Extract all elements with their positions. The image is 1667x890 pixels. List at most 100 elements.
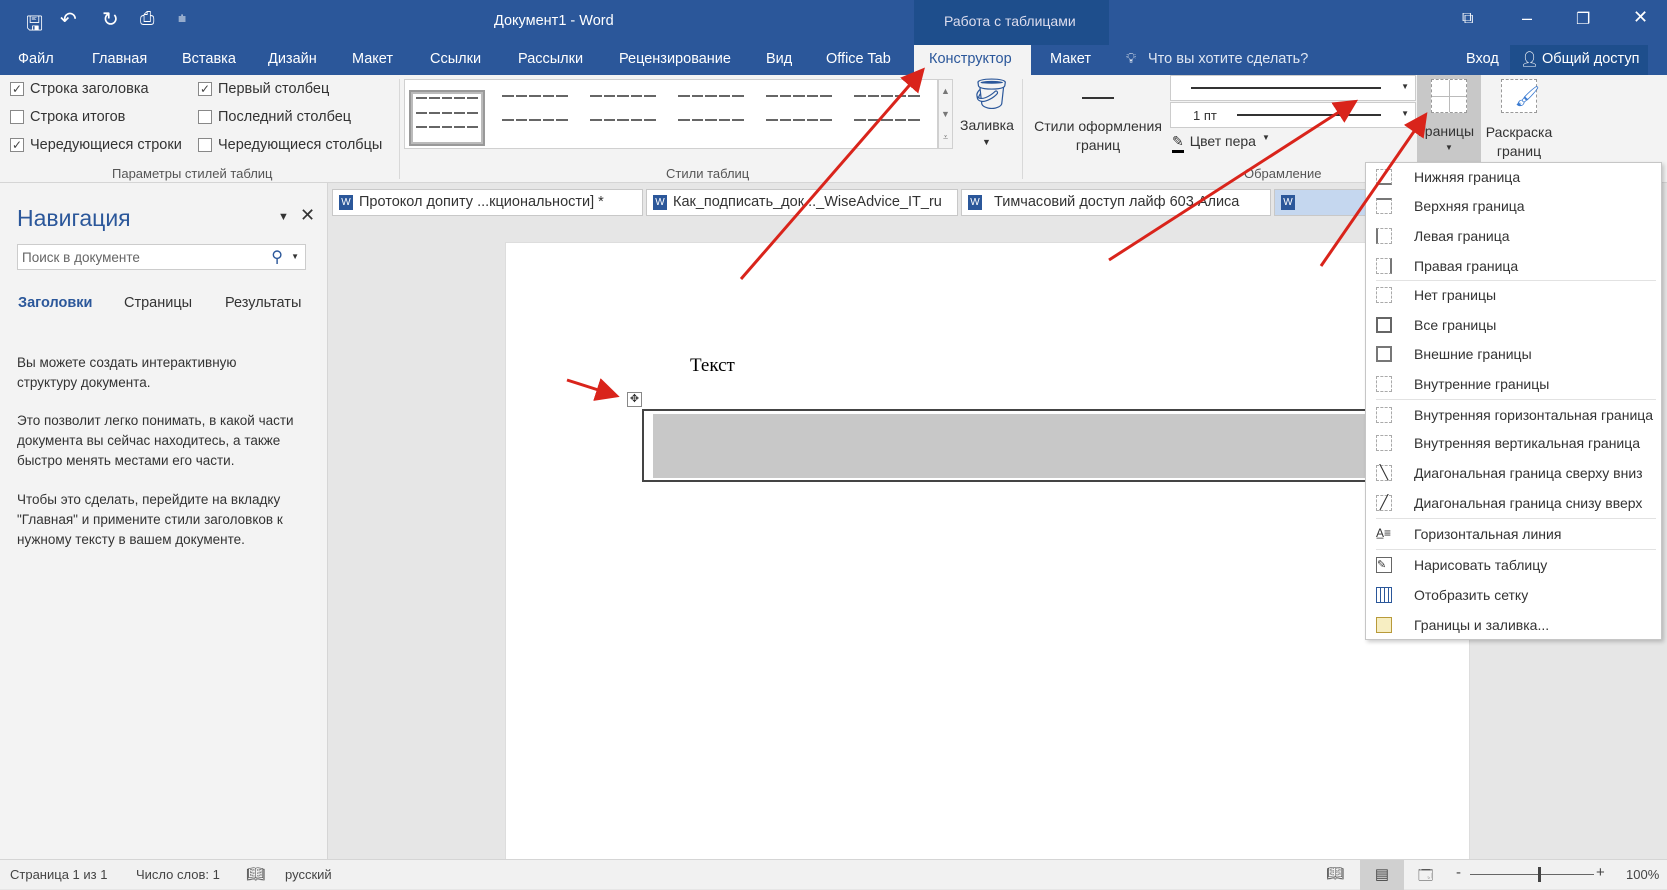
document-table[interactable]: [642, 409, 1372, 482]
zoom-in-button[interactable]: +: [1596, 864, 1605, 881]
table-style-plain-3[interactable]: [675, 92, 747, 144]
menu-item-inside-vertical[interactable]: Внутренняя вертикальная граница: [1366, 429, 1661, 457]
pen-icon: ✎: [1172, 133, 1184, 153]
nav-options-icon[interactable]: ▼: [278, 211, 289, 223]
selected-table-cell[interactable]: [653, 414, 1370, 478]
menu-item-top-border[interactable]: Верхняя граница: [1366, 192, 1661, 220]
tab-insert[interactable]: Вставка: [182, 49, 236, 69]
doc-tab[interactable]: Протокол допиту ...кционaльности] *: [332, 189, 643, 216]
doc-tab[interactable]: Тимчасовий доступ лайф 603 Алиса: [961, 189, 1271, 216]
menu-item-inside-borders[interactable]: Внутренние границы: [1366, 370, 1661, 398]
doc-tab-active[interactable]: [1274, 189, 1366, 216]
minimize-button[interactable]: –: [1522, 8, 1532, 29]
gallery-scroll[interactable]: ▲ ▼ ⩡: [938, 79, 953, 149]
nav-close-icon[interactable]: ✕: [300, 205, 315, 226]
borders-button[interactable]: Границы ▼: [1417, 75, 1481, 163]
person-add-icon: 👤︎: [1520, 51, 1540, 68]
border-styles-button[interactable]: Стили оформления границ: [1030, 117, 1166, 155]
menu-item-left-border[interactable]: Левая граница: [1366, 222, 1661, 250]
tab-mailings[interactable]: Рассылки: [518, 49, 583, 69]
tab-layout[interactable]: Макет: [352, 49, 393, 69]
line-style-dropdown[interactable]: ▼: [1170, 75, 1416, 101]
borders-dropdown-menu: Нижняя граница Верхняя граница Левая гра…: [1365, 162, 1662, 640]
tab-references[interactable]: Ссылки: [430, 49, 481, 69]
table-style-plain-4[interactable]: [763, 92, 835, 144]
zoom-slider[interactable]: [1470, 867, 1594, 882]
ribbon-display-icon[interactable]: ⧉: [1462, 10, 1473, 28]
tab-table-layout[interactable]: Макет: [1050, 49, 1091, 69]
shading-button[interactable]: Заливка: [960, 117, 1014, 133]
menu-item-diagonal-down[interactable]: ╲ Диагональная граница сверху вниз: [1366, 459, 1661, 487]
redo-icon[interactable]: ↻: [102, 7, 119, 32]
diagonal-up-icon: ╱: [1376, 495, 1392, 511]
menu-item-right-border[interactable]: Правая граница: [1366, 252, 1661, 280]
tab-constructor[interactable]: Конструктор: [914, 45, 1031, 75]
table-styles-group-label: Стили таблиц: [666, 166, 750, 181]
banded-rows-checkbox[interactable]: ✓ Чередующиеся строки: [10, 137, 182, 153]
table-move-handle-icon[interactable]: ✥: [627, 392, 642, 407]
tab-home[interactable]: Главная: [92, 49, 147, 69]
navigation-pane: Навигация ▼ ✕ Поиск в документе ⚲ ▼ Заго…: [0, 183, 328, 859]
chevron-down-icon[interactable]: ▼: [291, 252, 299, 261]
menu-item-horizontal-line[interactable]: A̲≡ Горизонтальная линия: [1366, 520, 1661, 548]
table-style-plain-1[interactable]: [499, 92, 571, 144]
save-icon[interactable]: 🖫: [26, 9, 43, 43]
border-painter-button[interactable]: 🖌︎ Раскраска границ: [1481, 75, 1557, 163]
menu-item-outside-borders[interactable]: Внешние границы: [1366, 340, 1661, 368]
zoom-slider-thumb[interactable]: [1538, 867, 1542, 882]
tab-review[interactable]: Рецензирование: [619, 49, 731, 69]
search-icon[interactable]: ⚲: [271, 247, 283, 267]
sign-in-link[interactable]: Вход: [1466, 49, 1499, 69]
zoom-out-button[interactable]: -: [1456, 864, 1461, 881]
zoom-level[interactable]: 100%: [1626, 867, 1659, 882]
restore-button[interactable]: ❐: [1576, 9, 1590, 29]
print-preview-icon[interactable]: ⎙: [140, 8, 154, 29]
tab-office-tab[interactable]: Office Tab: [826, 49, 891, 69]
undo-icon[interactable]: ↶: [60, 7, 77, 32]
nav-tab-pages[interactable]: Страницы: [124, 295, 192, 311]
share-button[interactable]: 👤︎ Общий доступ: [1510, 45, 1648, 75]
menu-item-view-gridlines[interactable]: Отобразить сетку: [1366, 581, 1661, 609]
pen-color-button[interactable]: ✎ Цвет пера ▼: [1172, 133, 1270, 153]
menu-item-diagonal-up[interactable]: ╱ Диагональная граница снизу вверх: [1366, 489, 1661, 517]
last-column-checkbox[interactable]: Последний столбец: [198, 109, 351, 125]
banded-columns-checkbox[interactable]: Чередующиеся столбцы: [198, 137, 382, 153]
menu-item-draw-table[interactable]: ✎ Нарисовать таблицу: [1366, 551, 1661, 579]
nav-tab-headings[interactable]: Заголовки: [18, 295, 92, 311]
inside-vertical-border-icon: [1376, 435, 1392, 451]
total-row-checkbox[interactable]: Строка итогов: [10, 109, 125, 125]
menu-item-borders-shading[interactable]: Границы и заливка...: [1366, 611, 1661, 639]
nav-tab-results[interactable]: Результаты: [225, 295, 301, 311]
menu-item-no-border[interactable]: Нет границы: [1366, 281, 1661, 309]
read-mode-icon[interactable]: 📖︎: [1326, 865, 1344, 882]
tab-file[interactable]: Файл: [18, 49, 54, 69]
document-text[interactable]: Текст: [690, 355, 735, 377]
web-layout-icon[interactable]: 🗔: [1418, 865, 1433, 889]
proofing-icon[interactable]: 📖︎: [246, 865, 265, 883]
document-page[interactable]: Текст ✥: [505, 242, 1470, 862]
line-weight-dropdown[interactable]: 1 пт ▼: [1170, 102, 1416, 128]
nav-search-input[interactable]: Поиск в документе ⚲ ▼: [17, 244, 306, 270]
print-layout-icon[interactable]: ▤: [1360, 860, 1404, 890]
header-row-checkbox[interactable]: ✓ Строка заголовка: [10, 81, 149, 97]
page-count[interactable]: Страница 1 из 1: [10, 867, 107, 882]
first-column-checkbox[interactable]: ✓ Первый столбец: [198, 81, 329, 97]
tab-view[interactable]: Вид: [766, 49, 792, 69]
table-style-plain-5[interactable]: [851, 92, 923, 144]
word-count[interactable]: Число слов: 1: [136, 867, 220, 882]
table-style-grid[interactable]: [409, 90, 485, 146]
customize-icon[interactable]: ⩧: [178, 10, 186, 27]
menu-item-all-borders[interactable]: Все границы: [1366, 311, 1661, 339]
doc-tab[interactable]: Как_подписать_док..._WiseAdvice_IT_ru: [646, 189, 958, 216]
tab-design[interactable]: Дизайн: [268, 49, 317, 69]
ribbon-tabs: Файл Главная Вставка Дизайн Макет Ссылки…: [0, 45, 1667, 75]
menu-item-bottom-border[interactable]: Нижняя граница: [1366, 163, 1661, 191]
menu-item-inside-horizontal[interactable]: Внутренняя горизонтальная граница: [1366, 401, 1661, 429]
horizontal-line-icon: A̲≡: [1376, 526, 1392, 540]
status-bar: Страница 1 из 1 Число слов: 1 📖︎ русский…: [0, 859, 1667, 890]
tell-me-input[interactable]: Что вы хотите сделать?: [1148, 49, 1308, 69]
table-style-plain-2[interactable]: [587, 92, 659, 144]
close-button[interactable]: ✕: [1633, 7, 1648, 28]
context-group-label: Работа с таблицами: [944, 13, 1076, 29]
language[interactable]: русский: [285, 867, 332, 882]
